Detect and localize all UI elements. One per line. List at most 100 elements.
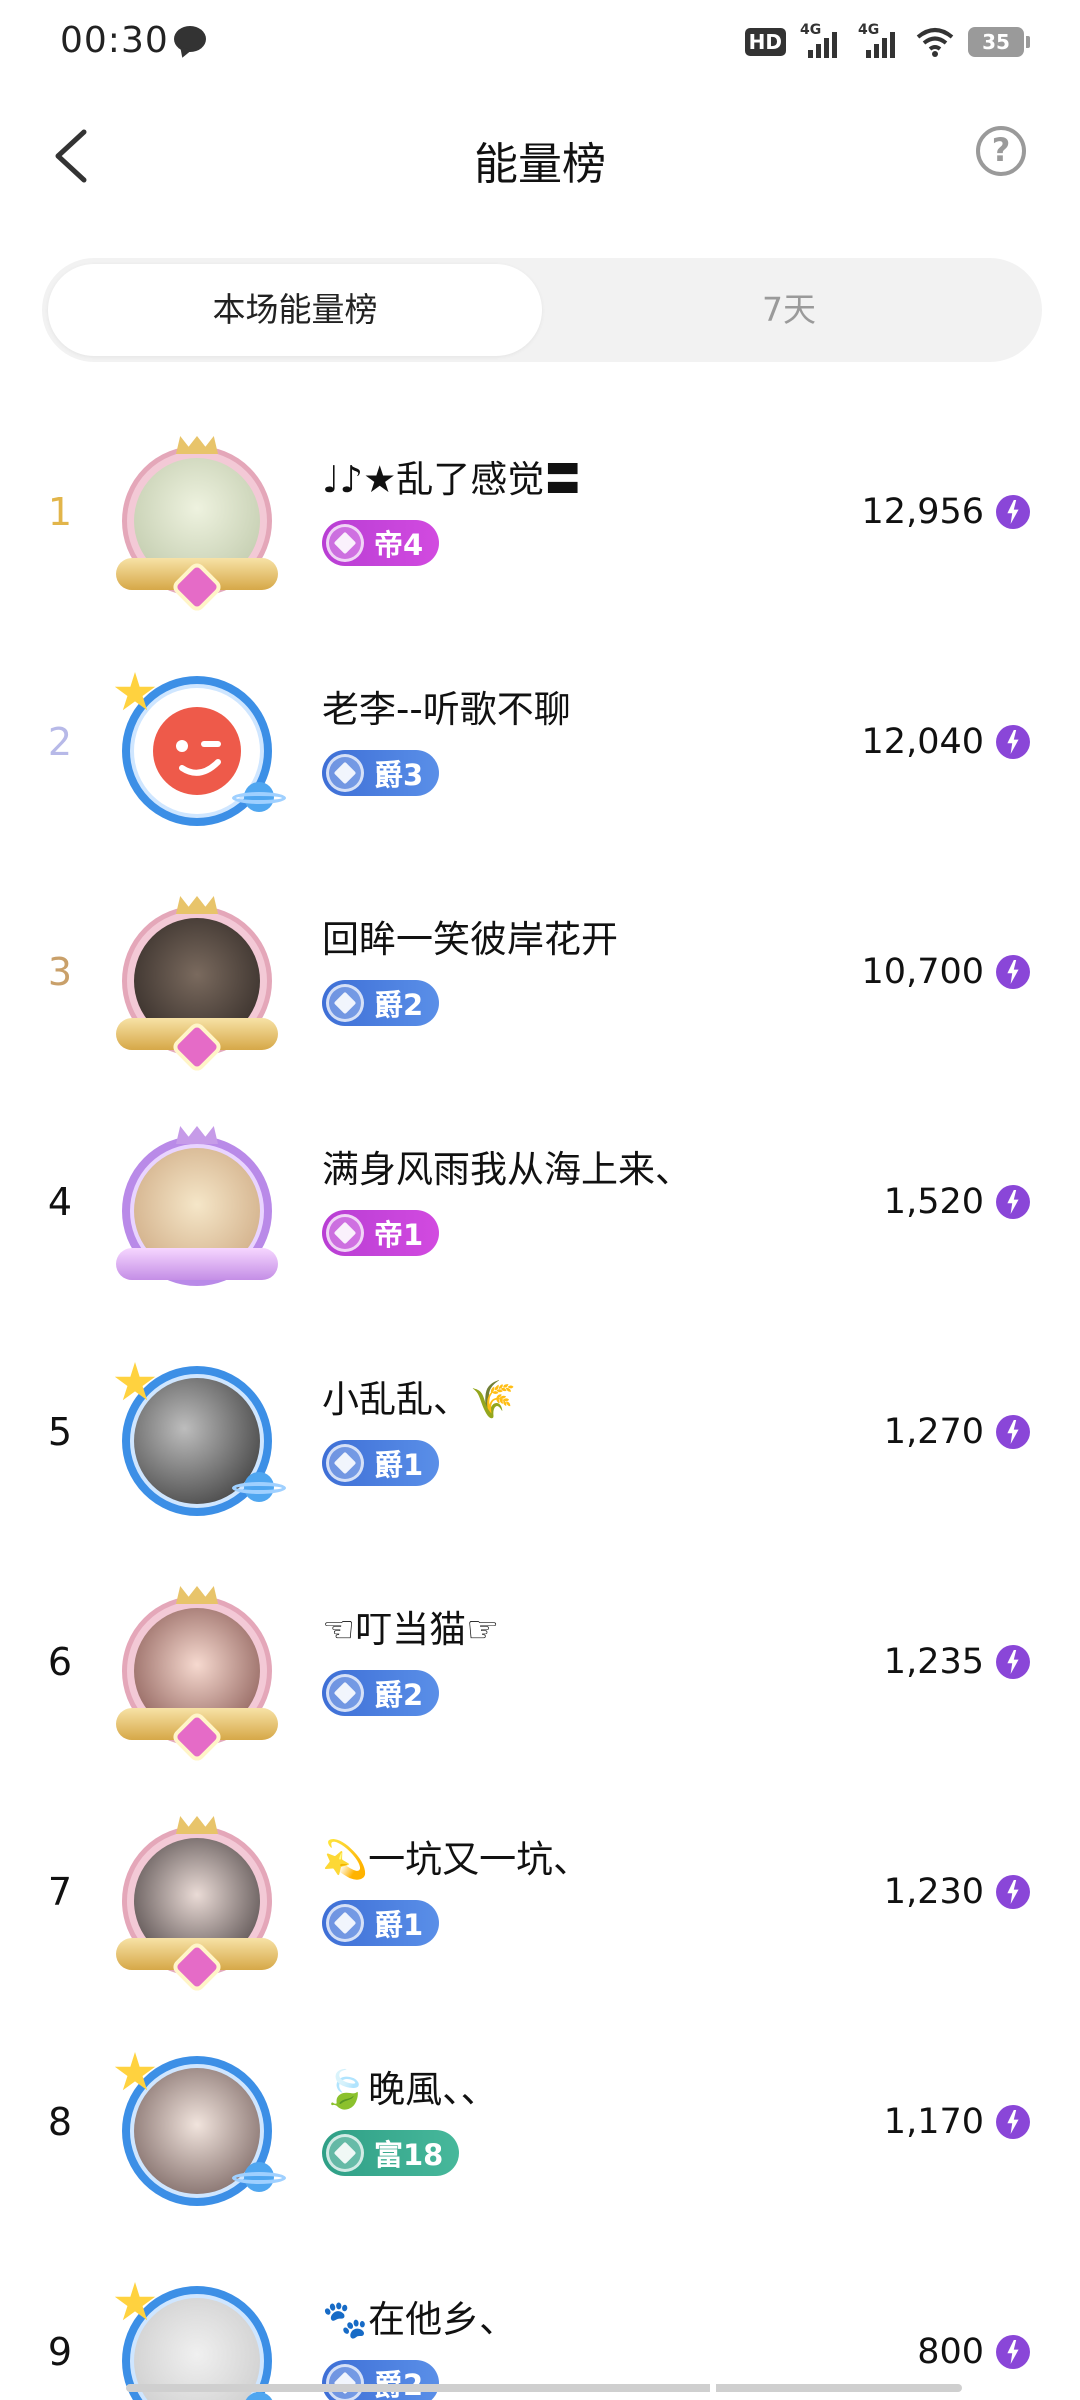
level-badge-label: 爵1 xyxy=(374,1908,424,1942)
lightning-icon xyxy=(996,1185,1030,1219)
avatar[interactable] xyxy=(112,896,282,1069)
gem-icon xyxy=(326,1904,364,1942)
leaderboard-list[interactable]: 1 ♩♪★乱了感觉〓 帝4 12,956 2 老李--听歌不聊 爵3 12,040 3 回眸一笑彼… xyxy=(0,400,1080,2400)
planet-icon xyxy=(232,1468,286,1504)
lightning-icon xyxy=(996,1875,1030,1909)
energy-score: 1,170 xyxy=(884,2102,1030,2142)
help-button[interactable]: ? xyxy=(976,126,1026,176)
crown-icon xyxy=(176,896,218,914)
avatar[interactable] xyxy=(112,666,286,836)
gem-icon xyxy=(326,984,364,1022)
leaderboard-row[interactable]: 3 回眸一笑彼岸花开 爵2 10,700 xyxy=(0,860,1080,1090)
level-badge-label: 爵2 xyxy=(374,2362,423,2400)
score-value: 12,956 xyxy=(861,492,984,532)
avatar[interactable] xyxy=(112,1126,282,1296)
rank-number: 9 xyxy=(47,2330,73,2374)
tab-switcher: 本场能量榜 7天 xyxy=(42,258,1042,362)
gem-icon xyxy=(326,1214,364,1252)
avatar[interactable] xyxy=(112,1586,282,1759)
user-name: 回眸一笑彼岸花开 xyxy=(322,918,618,961)
user-info: 小乱乱、🌾 爵1 xyxy=(322,1376,882,1486)
user-info: ♩♪★乱了感觉〓帝4 xyxy=(322,456,882,566)
battery-icon: 35 xyxy=(968,27,1030,57)
level-badge-label: 帝4 xyxy=(374,528,424,562)
crown-icon xyxy=(176,1126,218,1144)
leaderboard-row[interactable]: 2 老李--听歌不聊爵3 12,040 xyxy=(0,630,1080,860)
leaderboard-row[interactable]: 4 满身风雨我从海上来、 帝1 1,520 xyxy=(0,1090,1080,1320)
scroll-indicator xyxy=(126,2384,962,2392)
user-name: 🍃晚風、、 xyxy=(322,2068,498,2111)
gem-icon xyxy=(326,2364,364,2400)
gem-icon xyxy=(326,524,364,562)
crown-icon xyxy=(176,1586,218,1604)
level-badge-label: 富18 xyxy=(374,2138,444,2172)
avatar[interactable] xyxy=(112,1816,282,1989)
gem-icon xyxy=(326,2134,364,2172)
top-bar: 能量榜 ? xyxy=(0,100,1080,210)
signal-icon: 4G xyxy=(800,22,844,58)
hd-icon: HD xyxy=(744,28,786,56)
rank-number: 6 xyxy=(47,1640,73,1684)
lightning-icon xyxy=(996,495,1030,529)
message-icon xyxy=(174,26,206,52)
planet-icon xyxy=(232,778,286,814)
status-time: 00:30 xyxy=(60,20,169,61)
energy-score: 12,956 xyxy=(862,492,1030,532)
gem-icon xyxy=(326,1444,364,1482)
level-badge-label: 爵1 xyxy=(374,1448,424,1482)
tab-7-days[interactable]: 7天 xyxy=(542,264,1036,356)
energy-score: 12,040 xyxy=(862,722,1030,762)
crown-icon xyxy=(176,436,218,454)
energy-score: 1,235 xyxy=(884,1642,1030,1682)
avatar[interactable] xyxy=(112,2276,282,2400)
wifi-icon xyxy=(916,28,954,57)
energy-score: 1,230 xyxy=(884,1872,1030,1912)
rank-number: 4 xyxy=(47,1180,73,1224)
avatar[interactable] xyxy=(112,1356,286,1526)
level-badge-label: 爵3 xyxy=(374,758,424,792)
level-badge: 爵2 xyxy=(322,1670,440,1716)
lightning-icon xyxy=(996,955,1030,989)
score-value: 800 xyxy=(917,2332,984,2372)
frame-wing xyxy=(116,1248,278,1280)
score-value: 1,170 xyxy=(883,2102,984,2142)
leaderboard-row[interactable]: 1 ♩♪★乱了感觉〓 帝4 12,956 xyxy=(0,400,1080,630)
score-value: 1,520 xyxy=(883,1182,984,1222)
energy-score: 10,700 xyxy=(862,952,1030,992)
avatar[interactable] xyxy=(112,436,282,609)
rank-number: 7 xyxy=(47,1870,73,1914)
user-info: 回眸一笑彼岸花开爵2 xyxy=(322,916,882,1026)
user-name: 满身风雨我从海上来、 xyxy=(322,1148,692,1191)
signal-icon: 4G xyxy=(858,22,902,58)
score-value: 12,040 xyxy=(861,722,984,762)
score-value: 10,700 xyxy=(861,952,984,992)
level-badge: 爵1 xyxy=(322,1440,440,1486)
lightning-icon xyxy=(996,1415,1030,1449)
avatar[interactable] xyxy=(112,2046,286,2216)
leaderboard-row[interactable]: 9 🐾在他乡、爵2 800 xyxy=(0,2240,1080,2400)
leaderboard-row[interactable]: 8 🍃晚風、、 富18 1,170 xyxy=(0,2010,1080,2240)
level-badge-label: 爵2 xyxy=(374,988,424,1022)
question-circle-icon: ? xyxy=(991,131,1011,169)
user-name: ☜叮当猫☞ xyxy=(322,1608,500,1651)
level-badge: 爵2 xyxy=(322,2360,440,2400)
status-bar: 00:30 HD 4G 4G 35 xyxy=(0,0,1080,84)
user-name: ♩♪★乱了感觉〓 xyxy=(322,458,582,501)
planet-icon xyxy=(232,2158,286,2194)
leaderboard-row[interactable]: 6 ☜叮当猫☞ 爵2 1,235 xyxy=(0,1550,1080,1780)
level-badge: 爵1 xyxy=(322,1900,440,1946)
user-name: 老李--听歌不聊 xyxy=(322,688,571,731)
level-badge: 帝1 xyxy=(322,1210,440,1256)
user-info: 🍃晚風、、富18 xyxy=(322,2066,882,2176)
score-value: 1,270 xyxy=(883,1412,984,1452)
user-info: 满身风雨我从海上来、 帝1 xyxy=(322,1146,882,1256)
level-badge: 爵3 xyxy=(322,750,440,796)
energy-score: 1,270 xyxy=(884,1412,1030,1452)
leaderboard-row[interactable]: 7 💫一坑又一坑、 爵1 1,230 xyxy=(0,1780,1080,2010)
level-badge-label: 爵2 xyxy=(374,1678,424,1712)
score-value: 1,230 xyxy=(883,1872,984,1912)
leaderboard-row[interactable]: 5 小乱乱、🌾 爵1 1,270 xyxy=(0,1320,1080,1550)
rank-number: 2 xyxy=(47,720,73,764)
tab-current-session[interactable]: 本场能量榜 xyxy=(48,264,542,356)
energy-score: 800 xyxy=(917,2332,1030,2372)
